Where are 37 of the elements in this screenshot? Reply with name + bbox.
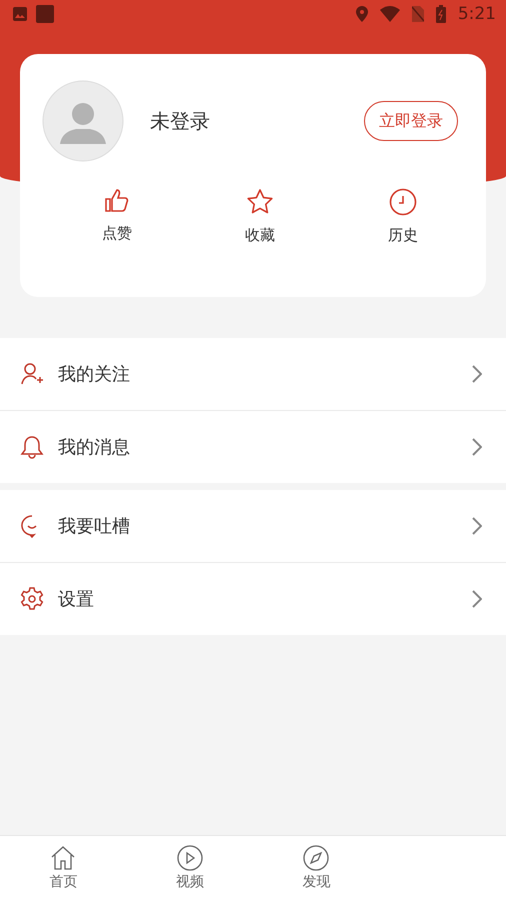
menu-label: 我要吐槽 <box>58 515 131 538</box>
bell-icon <box>20 435 44 459</box>
shortcut-label[interactable]: 历史 <box>388 226 418 245</box>
chevron-right-icon <box>472 590 482 608</box>
chevron-right-icon <box>472 438 482 456</box>
play-icon <box>176 845 203 871</box>
menu-item[interactable]: 我的关注 <box>0 338 506 411</box>
shortcut-label[interactable]: 点赞 <box>102 224 132 243</box>
menu-label: 设置 <box>58 588 95 611</box>
chevron-right-icon <box>472 365 482 383</box>
menu-label: 我的消息 <box>58 436 131 459</box>
menu-item[interactable]: 我要吐槽 <box>0 490 506 563</box>
home-icon <box>50 845 76 871</box>
compass-icon <box>303 845 330 871</box>
thumbs-up-icon[interactable] <box>104 188 130 214</box>
status-time: 5:21 <box>458 4 496 24</box>
location-icon <box>356 6 368 22</box>
tab[interactable]: 首页 <box>0 836 126 900</box>
image-icon <box>12 6 28 22</box>
wifi-icon <box>380 6 400 22</box>
no-sim-icon <box>412 6 424 22</box>
tab[interactable]: 视频 <box>126 836 253 900</box>
settings-icon <box>20 587 44 611</box>
clock-icon[interactable] <box>389 188 417 216</box>
menu-label: 我的关注 <box>58 363 131 386</box>
battery-icon <box>436 5 446 23</box>
avatar-icon <box>42 80 124 162</box>
chevron-right-icon <box>472 517 482 535</box>
shortcut-label[interactable]: 收藏 <box>245 226 275 245</box>
user-name: 未登录 <box>150 108 211 134</box>
star-icon[interactable] <box>246 188 274 216</box>
menu-item[interactable]: 我的消息 <box>0 411 506 483</box>
tab[interactable]: 发现 <box>253 836 380 900</box>
menu-item[interactable]: 设置 <box>0 563 506 635</box>
login-button[interactable]: 立即登录 <box>364 101 458 141</box>
user-add-icon <box>20 362 44 386</box>
square-icon <box>36 5 54 23</box>
